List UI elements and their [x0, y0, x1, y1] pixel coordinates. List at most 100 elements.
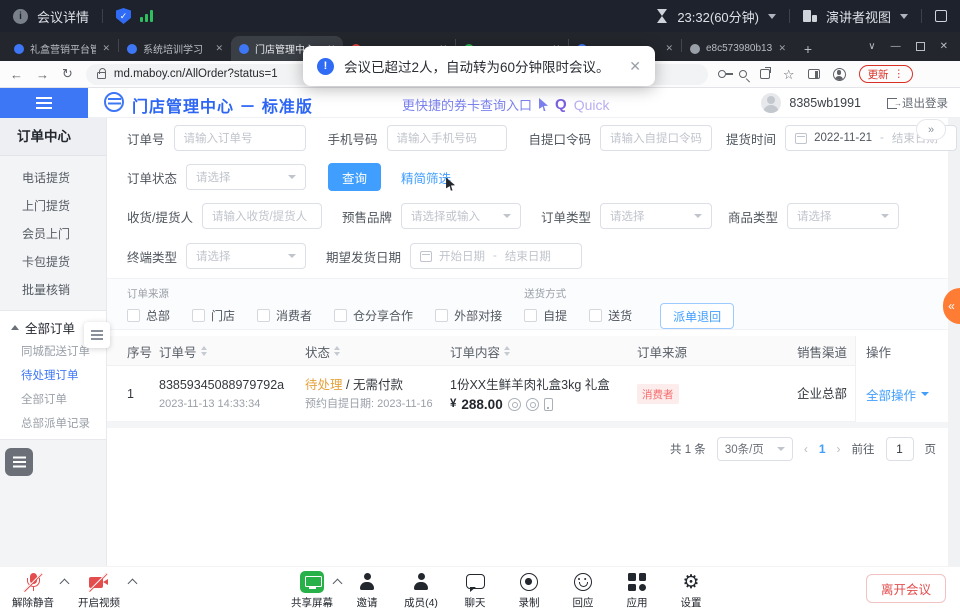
fullscreen-icon[interactable] [935, 10, 947, 22]
share-icon[interactable] [760, 69, 770, 79]
phone-input[interactable]: 请输入手机号码 [387, 125, 507, 151]
next-page-icon[interactable]: › [837, 442, 841, 456]
dispatch-return-button[interactable]: 派单退回 [660, 303, 734, 329]
checkbox-consumer[interactable]: 消费者 [257, 307, 312, 324]
goods-type-select[interactable]: 请选择 [787, 203, 899, 229]
sidebar-item-pending-orders[interactable]: 待处理订单 [0, 364, 106, 388]
sidebar-collapse-handle[interactable] [84, 322, 110, 348]
order-number[interactable]: 83859345088979792a [159, 377, 284, 394]
settings-button[interactable]: ⚙ 设置 [664, 571, 718, 610]
goto-page-input[interactable]: 1 [886, 437, 914, 461]
sidebar-item-member-visit[interactable]: 会员上门 [0, 220, 106, 248]
forward-icon[interactable]: → [36, 67, 49, 82]
sort-icon[interactable] [201, 346, 207, 356]
checkbox-icon[interactable] [127, 309, 140, 322]
checkbox-delivery[interactable]: 送货 [589, 307, 632, 324]
record-button[interactable]: 录制 [502, 571, 556, 610]
sidebar-item-hq-dispatch-log[interactable]: 总部派单记录 [0, 412, 106, 436]
menu-toggle-button[interactable] [0, 88, 88, 118]
checkbox-warehouse-coop[interactable]: 仓分享合作 [334, 307, 413, 324]
apps-button[interactable]: 应用 [610, 571, 664, 610]
sort-icon[interactable] [334, 346, 340, 356]
checkbox-icon[interactable] [435, 309, 448, 322]
browser-tab[interactable]: e8c573980b1328a258fd2e6 ✕ [682, 36, 794, 61]
password-key-icon[interactable] [718, 70, 726, 78]
reload-icon[interactable]: ↻ [62, 66, 73, 82]
order-type-select[interactable]: 请选择 [600, 203, 712, 229]
checkbox-icon[interactable] [257, 309, 270, 322]
share-screen-button[interactable]: 共享屏幕 [285, 571, 339, 610]
url-text[interactable]: md.maboy.cn/AllOrder?status=1 [114, 68, 278, 80]
meeting-details-label[interactable]: 会议详情 [37, 7, 89, 26]
filter-expand-button[interactable]: » [916, 119, 946, 140]
table-row[interactable]: 1 83859345088979792a 2023-11-13 14:33:34… [107, 366, 948, 422]
chevron-down-icon[interactable] [921, 392, 929, 396]
smiley-icon[interactable] [526, 398, 539, 411]
phone-device-icon[interactable] [544, 398, 553, 411]
browser-tab[interactable]: 系统培训学习 ✕ [119, 36, 231, 61]
logout-button[interactable]: 退出登录 [887, 95, 948, 111]
sidebar-item-all-orders[interactable]: 全部订单 [0, 388, 106, 412]
leave-meeting-button[interactable]: 离开会议 [866, 574, 946, 603]
promo-text[interactable]: 更快捷的券卡查询入口 [402, 95, 532, 114]
col-status[interactable]: 状态 [305, 336, 340, 366]
col-order-no[interactable]: 订单号 [159, 336, 207, 366]
bookmark-star-icon[interactable]: ☆ [783, 68, 795, 81]
tab-close-icon[interactable]: ✕ [778, 43, 786, 54]
video-options-chevron[interactable] [128, 579, 138, 589]
close-window-icon[interactable]: ✕ [940, 41, 948, 52]
chat-button[interactable]: 聊天 [448, 571, 502, 610]
current-page[interactable]: 1 [819, 442, 826, 456]
profile-icon[interactable] [833, 68, 846, 81]
sort-icon[interactable] [504, 346, 510, 356]
checkbox-icon[interactable] [334, 309, 347, 322]
checkbox-hq[interactable]: 总部 [127, 307, 170, 324]
checkbox-self-pickup[interactable]: 自提 [524, 307, 567, 324]
chevron-down-icon[interactable] [768, 14, 776, 19]
close-icon[interactable]: ✕ [629, 58, 641, 75]
maximize-icon[interactable] [916, 42, 925, 51]
zoom-icon[interactable] [739, 70, 747, 78]
view-mode-label[interactable]: 演讲者视图 [826, 7, 891, 26]
mic-options-chevron[interactable] [60, 579, 70, 589]
invite-button[interactable]: 邀请 [340, 571, 394, 610]
tab-search-icon[interactable]: ∨ [868, 41, 875, 52]
checkbox-icon[interactable] [524, 309, 537, 322]
pickup-code-input[interactable]: 请输入自提口令码 [600, 125, 712, 151]
checkbox-icon[interactable] [192, 309, 205, 322]
simple-filter-link[interactable]: 精简筛选 [401, 168, 451, 187]
start-video-button[interactable]: 开启视频 [72, 571, 126, 610]
sidebar-item-card-pickup[interactable]: 卡包提货 [0, 248, 106, 276]
page-size-select[interactable]: 30条/页 [717, 437, 793, 461]
sidebar-item-phone-pickup[interactable]: 电话提货 [0, 164, 106, 192]
ship-date-range[interactable]: 开始日期 - 结束日期 [410, 243, 582, 269]
order-no-input[interactable]: 请输入订单号 [174, 125, 306, 151]
promo-link[interactable]: 更快捷的券卡查询入口 Q Quick [402, 95, 609, 114]
all-actions-link[interactable]: 全部操作 [866, 385, 916, 404]
members-button[interactable]: 成员(4) [394, 571, 448, 610]
checkbox-icon[interactable] [589, 309, 602, 322]
checkbox-external[interactable]: 外部对接 [435, 307, 502, 324]
list-floating-button[interactable] [5, 448, 33, 476]
tab-close-icon[interactable]: ✕ [665, 43, 673, 54]
search-button[interactable]: 查询 [328, 163, 381, 191]
tab-close-icon[interactable]: ✕ [102, 43, 110, 54]
order-status-select[interactable]: 请选择 [186, 164, 306, 190]
network-signal-icon[interactable] [140, 10, 153, 22]
chrome-update-button[interactable]: 更新 ⋮ [859, 65, 914, 83]
browser-tab[interactable]: 礼盒营销平台管理中心 ✕ [6, 36, 118, 61]
unmute-button[interactable]: 解除静音 [6, 571, 60, 610]
new-tab-button[interactable]: + [797, 36, 819, 61]
tab-close-icon[interactable]: ✕ [215, 43, 223, 54]
chevron-down-icon[interactable] [900, 14, 908, 19]
info-icon[interactable]: i [13, 9, 28, 24]
receiver-input[interactable]: 请输入收货/提货人 [202, 203, 322, 229]
col-content[interactable]: 订单内容 [450, 336, 510, 366]
prev-page-icon[interactable]: ‹ [804, 442, 808, 456]
gift-badge-icon[interactable] [508, 398, 521, 411]
lock-icon[interactable] [97, 72, 106, 79]
security-shield-icon[interactable]: ✓ [116, 8, 131, 24]
sidebar-item-batch-verify[interactable]: 批量核销 [0, 276, 106, 304]
back-icon[interactable]: ← [10, 67, 23, 82]
sidebar-item-door-pickup[interactable]: 上门提货 [0, 192, 106, 220]
